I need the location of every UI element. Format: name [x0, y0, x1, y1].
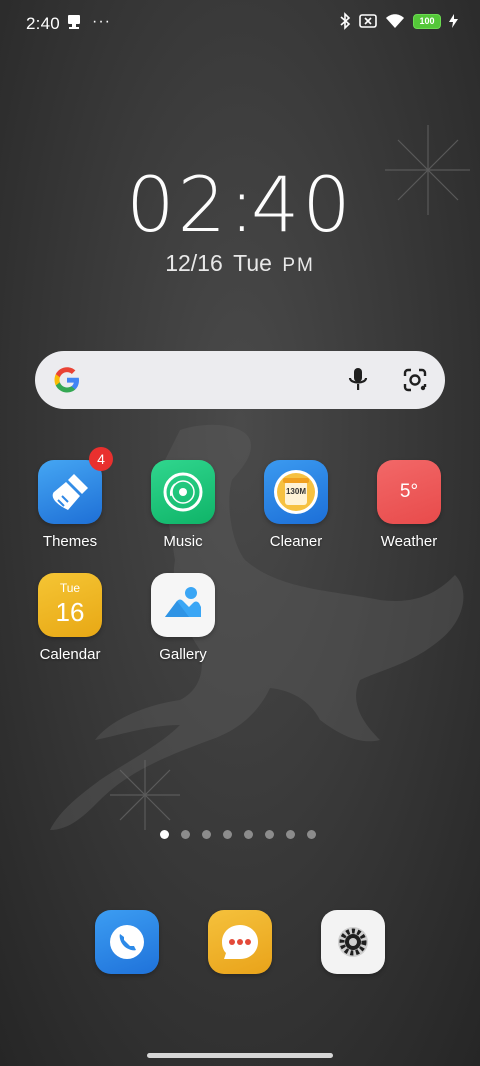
themes-icon: 4 [38, 447, 113, 524]
clock-widget[interactable]: 02:40 [0, 160, 480, 249]
page-dot[interactable] [307, 830, 316, 839]
date-weekday: Tue [233, 250, 272, 276]
page-dot[interactable] [244, 830, 253, 839]
status-time: 2:40 [26, 14, 60, 33]
clock-minutes: 40 [251, 160, 354, 249]
dock-settings[interactable] [321, 910, 385, 974]
app-label-cleaner: Cleaner [269, 533, 323, 550]
clock-separator: : [229, 160, 258, 249]
app-gallery[interactable]: Gallery [133, 573, 233, 663]
google-logo-icon [54, 367, 79, 393]
app-label-gallery: Gallery [159, 646, 207, 663]
app-themes[interactable]: 4 Themes [20, 447, 120, 550]
dock-messages[interactable] [208, 910, 272, 974]
weather-icon: 5° [377, 460, 441, 524]
music-icon [151, 460, 215, 524]
app-label-music: Music [163, 533, 203, 550]
page-dot[interactable] [286, 830, 295, 839]
no-sim-icon [359, 14, 377, 28]
notification-badge: 4 [89, 447, 113, 471]
more-notifications-icon: ··· [92, 13, 111, 30]
app-cleaner[interactable]: 130M Cleaner [246, 460, 346, 550]
wifi-icon [386, 14, 404, 28]
cleaner-icon: 130M [264, 460, 328, 524]
cleaner-storage-text: 130M [285, 487, 306, 496]
calendar-icon-weekday: Tue [59, 581, 81, 595]
notification-icon [68, 15, 80, 29]
status-left-icons: ··· [66, 13, 111, 31]
clock-hours: 02 [126, 160, 229, 249]
date-day: 12/16 [165, 250, 223, 276]
calendar-icon-day: 16 [55, 597, 85, 627]
page-dot[interactable] [181, 830, 190, 839]
voice-search-mic-icon[interactable] [347, 366, 369, 394]
dock-phone[interactable] [95, 910, 159, 974]
battery-icon: 100 [413, 13, 441, 29]
app-label-weather: Weather [380, 533, 438, 550]
date-widget[interactable]: 12/16 Tue PM [0, 250, 480, 277]
page-dot[interactable] [202, 830, 211, 839]
app-music[interactable]: Music [133, 460, 233, 550]
weather-temperature: 5° [399, 481, 419, 502]
calendar-icon: Tue 16 [38, 573, 102, 637]
status-right-icons: 100 [339, 12, 458, 30]
app-calendar[interactable]: Tue 16 Calendar [20, 573, 120, 663]
settings-icon [321, 910, 385, 974]
page-dot[interactable] [265, 830, 274, 839]
app-label-themes: Themes [42, 533, 98, 550]
messages-icon [208, 910, 272, 974]
google-lens-icon[interactable] [401, 366, 429, 394]
page-dot-active[interactable] [160, 830, 169, 839]
gallery-icon [151, 573, 215, 637]
phone-icon [95, 910, 159, 974]
page-indicator[interactable] [160, 830, 316, 839]
charging-icon [449, 14, 458, 28]
google-search-bar[interactable] [35, 351, 445, 409]
date-period: PM [282, 255, 315, 276]
app-weather[interactable]: 5° Weather [359, 460, 459, 550]
page-dot[interactable] [223, 830, 232, 839]
app-label-calendar: Calendar [39, 646, 101, 663]
gesture-home-bar[interactable] [147, 1053, 333, 1058]
bluetooth-icon [340, 12, 351, 30]
